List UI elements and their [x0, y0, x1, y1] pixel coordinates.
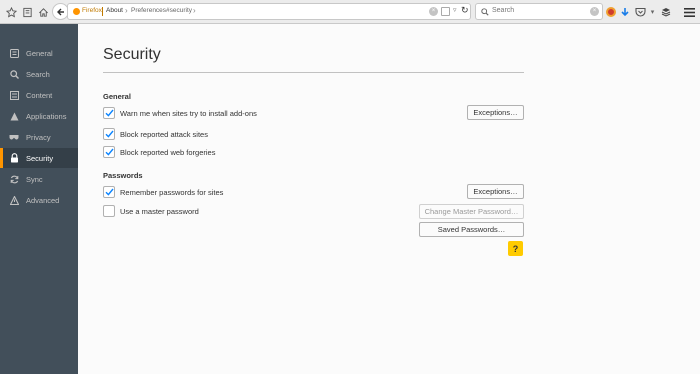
sidebar-item-privacy[interactable]: Privacy — [0, 127, 78, 147]
layers-icon[interactable] — [660, 4, 672, 20]
page-title: Security — [103, 46, 161, 63]
master-password-label[interactable]: Use a master password — [120, 207, 199, 216]
sidebar-item-applications[interactable]: Applications — [0, 106, 78, 126]
breadcrumb-chevron-icon: › — [125, 6, 128, 15]
sidebar-item-sync[interactable]: Sync — [0, 169, 78, 189]
change-master-password-button[interactable]: Change Master Password… — [419, 204, 524, 219]
applications-icon — [9, 111, 19, 121]
block-forgeries-label[interactable]: Block reported web forgeries — [120, 148, 215, 157]
clear-url-icon[interactable]: × — [429, 7, 438, 16]
back-arrow-icon — [56, 8, 64, 15]
block-forgeries-checkbox[interactable] — [103, 146, 115, 158]
sidebar-item-general[interactable]: General — [0, 43, 78, 63]
advanced-icon — [9, 195, 19, 205]
search-bar[interactable]: Search × — [475, 3, 603, 20]
pocket-icon[interactable] — [634, 4, 646, 20]
url-page-segment[interactable]: About — [106, 7, 123, 14]
identity-divider — [102, 7, 103, 16]
home-icon[interactable] — [36, 4, 50, 20]
sidebar-item-content[interactable]: Content — [0, 85, 78, 105]
remember-passwords-label[interactable]: Remember passwords for sites — [120, 188, 223, 197]
sidebar-item-label: Security — [26, 153, 54, 163]
clear-search-icon[interactable]: × — [590, 7, 599, 16]
pocket-menu-chevron-icon[interactable]: ▾ — [648, 4, 657, 20]
checkmark-icon — [105, 109, 114, 117]
download-icon[interactable] — [619, 4, 631, 20]
remember-passwords-checkbox[interactable] — [103, 186, 115, 198]
url-path-segment[interactable]: Preferences#security — [131, 7, 192, 14]
sidebar-item-security[interactable]: Security — [0, 148, 78, 168]
warn-addons-checkbox[interactable] — [103, 107, 115, 119]
block-attack-sites-checkbox[interactable] — [103, 128, 115, 140]
identity-label[interactable]: Firefox — [82, 7, 102, 14]
bookmark-star-icon[interactable] — [4, 4, 18, 20]
sidebar-item-advanced[interactable]: Advanced — [0, 190, 78, 210]
sidebar-item-label: General — [26, 48, 53, 58]
sidebar-item-label: Sync — [26, 174, 43, 184]
extension-icon[interactable] — [605, 4, 617, 20]
reader-view-icon[interactable] — [441, 7, 450, 16]
passwords-exceptions-button[interactable]: Exceptions… — [467, 184, 524, 199]
lock-icon — [9, 153, 19, 163]
checkmark-icon — [105, 130, 114, 138]
help-button[interactable]: ? — [508, 241, 523, 256]
warn-addons-label[interactable]: Warn me when sites try to install add-on… — [120, 109, 257, 118]
master-password-checkbox[interactable] — [103, 205, 115, 217]
search-icon — [481, 8, 489, 16]
title-divider — [103, 72, 524, 73]
bookmarks-menu-icon[interactable] — [20, 4, 34, 20]
sidebar-item-label: Advanced — [26, 195, 60, 205]
sidebar-item-label: Search — [26, 69, 50, 79]
hamburger-menu-icon[interactable] — [682, 4, 696, 20]
extension-badge-icon — [606, 7, 616, 17]
sidebar-item-label: Privacy — [26, 132, 51, 142]
passwords-heading: Passwords — [103, 171, 143, 180]
checkmark-icon — [105, 148, 114, 156]
sync-icon — [9, 174, 19, 184]
general-icon — [9, 48, 19, 58]
general-heading: General — [103, 92, 131, 101]
sidebar-item-label: Applications — [26, 111, 67, 121]
url-dropdown-icon[interactable]: ▿ — [453, 6, 457, 14]
saved-passwords-button[interactable]: Saved Passwords… — [419, 222, 524, 237]
addons-exceptions-button[interactable]: Exceptions… — [467, 105, 524, 120]
checkmark-icon — [105, 188, 114, 196]
breadcrumb-end-chevron-icon: › — [193, 6, 196, 15]
content-icon — [9, 90, 19, 100]
search-placeholder: Search — [492, 7, 515, 14]
block-attack-sites-label[interactable]: Block reported attack sites — [120, 130, 208, 139]
sidebar-item-search[interactable]: Search — [0, 64, 78, 84]
search-icon — [9, 69, 19, 79]
privacy-mask-icon — [9, 132, 19, 142]
url-bar[interactable]: Firefox About › Preferences#security › ×… — [67, 3, 471, 20]
reload-icon[interactable]: ↻ — [461, 5, 469, 16]
browser-toolbar: Firefox About › Preferences#security › ×… — [0, 0, 700, 24]
preferences-sidebar: General Search Content Applications Priv… — [0, 24, 78, 374]
security-pane: Security General Warn me when sites try … — [78, 24, 700, 374]
sidebar-item-label: Content — [26, 90, 53, 100]
firefox-logo-icon — [73, 8, 80, 15]
